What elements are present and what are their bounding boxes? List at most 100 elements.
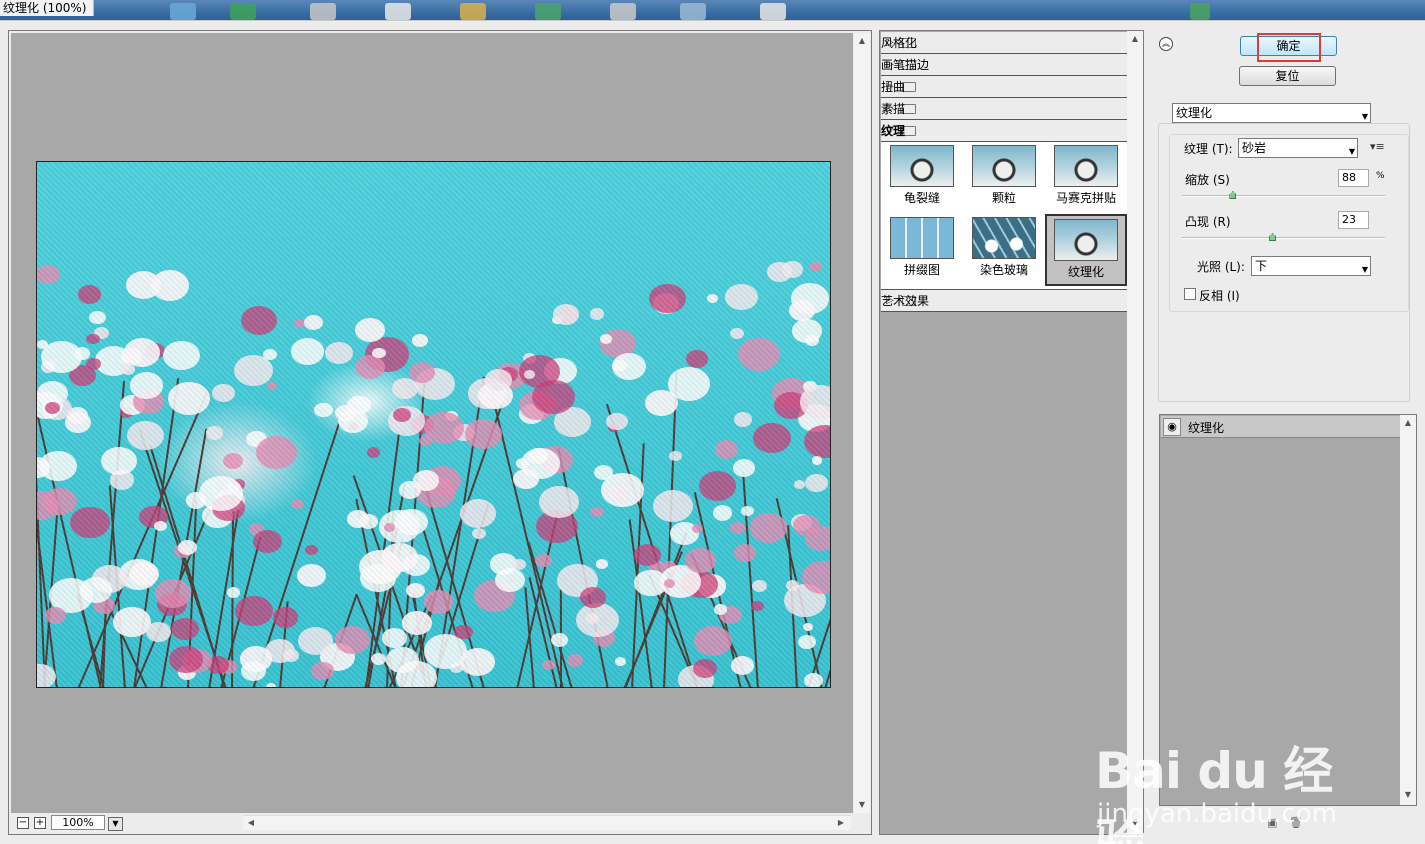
category-distort[interactable]: ▷ 扭曲 xyxy=(881,76,1128,98)
scaling-label: 缩放 (S) xyxy=(1185,173,1230,187)
image-blossom xyxy=(398,480,422,499)
image-blossom xyxy=(85,357,102,371)
image-branch xyxy=(742,472,760,687)
image-blossom xyxy=(737,337,780,372)
image-blossom xyxy=(132,388,165,415)
image-branch xyxy=(424,490,485,687)
image-blossom xyxy=(713,604,728,615)
collapse-gallery-icon[interactable]: ︽ xyxy=(1159,37,1173,51)
invert-checkbox[interactable] xyxy=(1184,288,1196,300)
image-blossom xyxy=(379,510,420,543)
filter-grain[interactable]: 颗粒 xyxy=(963,142,1045,214)
chevron-down-icon: ▼ xyxy=(1361,265,1368,274)
scroll-up-icon[interactable]: ▲ xyxy=(1400,417,1416,429)
scaling-slider-handle[interactable] xyxy=(1229,191,1237,199)
image-blossom xyxy=(110,470,135,490)
zoom-level-field[interactable]: 100% xyxy=(51,815,105,830)
image-blossom xyxy=(120,395,145,416)
image-blossom xyxy=(649,283,686,313)
filter-texturizer[interactable]: 纹理化 xyxy=(1045,214,1127,286)
image-blossom xyxy=(304,314,324,330)
image-branch xyxy=(693,491,742,687)
zoom-in-button[interactable]: + xyxy=(34,817,46,829)
scaling-slider[interactable] xyxy=(1182,195,1385,197)
image-blossom xyxy=(797,404,830,432)
scroll-left-icon[interactable]: ◀ xyxy=(243,817,259,829)
filter-gallery-dialog: ▲ ▼ − + 100% ▼ ◀ ▶ ▷ 风格化 ▷ 画笔描边 ▷ 扭曲 ▷ 素描 ▽ 纹… xyxy=(0,20,1425,844)
relief-slider[interactable] xyxy=(1182,237,1385,239)
image-branch xyxy=(138,429,228,687)
filter-stained-glass[interactable]: 染色玻璃 xyxy=(963,214,1045,286)
image-blossom xyxy=(535,553,552,567)
image-blossom xyxy=(734,543,757,562)
scroll-up-icon[interactable]: ▲ xyxy=(1127,33,1143,45)
preview-panel: ▲ ▼ − + 100% ▼ ◀ ▶ xyxy=(8,30,872,835)
image-branch xyxy=(102,603,107,687)
relief-input[interactable]: 23 xyxy=(1338,211,1369,229)
image-blossom xyxy=(804,334,819,347)
image-blossom xyxy=(253,529,282,553)
zoom-out-button[interactable]: − xyxy=(17,817,29,829)
image-blossom xyxy=(359,549,403,584)
image-blossom xyxy=(464,419,503,450)
image-blossom xyxy=(521,447,560,479)
scaling-input[interactable]: 88 xyxy=(1338,169,1369,187)
scroll-down-icon[interactable]: ▼ xyxy=(1400,789,1416,801)
image-blossom xyxy=(729,521,745,534)
image-blossom xyxy=(601,472,644,507)
category-artistic[interactable]: ▷ 艺术效果 xyxy=(881,290,1128,312)
image-blossom xyxy=(519,403,545,424)
light-select[interactable]: 下 ▼ xyxy=(1251,256,1371,276)
layers-scrollbar[interactable]: ▲ ▼ xyxy=(1400,415,1416,805)
category-sketch[interactable]: ▷ 素描 xyxy=(881,98,1128,120)
image-branch xyxy=(220,536,262,687)
light-label: 光照 (L): xyxy=(1197,260,1245,274)
scroll-down-icon[interactable]: ▼ xyxy=(854,799,870,811)
preview-canvas[interactable] xyxy=(11,33,853,813)
image-blossom xyxy=(730,327,745,339)
relief-slider-handle[interactable] xyxy=(1269,233,1277,241)
preview-vertical-scrollbar[interactable]: ▲ ▼ xyxy=(854,33,870,813)
image-branch xyxy=(413,592,428,687)
image-blossom xyxy=(670,521,699,545)
texture-select[interactable]: 砂岩 ▼ xyxy=(1238,138,1358,158)
image-blossom xyxy=(163,340,200,370)
texture-menu-icon[interactable]: ▾≡ xyxy=(1370,140,1385,153)
image-blossom xyxy=(804,424,830,459)
image-branch xyxy=(251,422,340,687)
filter-select[interactable]: 纹理化 ▼ xyxy=(1172,103,1371,123)
filter-mosaic-tiles[interactable]: 马赛克拼贴 xyxy=(1045,142,1127,214)
image-blossom xyxy=(612,359,627,372)
image-blossom xyxy=(211,495,245,522)
texturizer-options: 纹理 (T): 砂岩 ▼ ▾≡ 缩放 (S) 88 % 凸现 (R) 23 光照 … xyxy=(1169,134,1409,312)
image-blossom xyxy=(227,482,241,493)
image-blossom xyxy=(542,659,556,671)
category-texture[interactable]: ▽ 纹理 xyxy=(881,120,1128,142)
image-blossom xyxy=(95,346,133,376)
reset-button[interactable]: 复位 xyxy=(1239,66,1336,86)
zoom-dropdown-icon[interactable]: ▼ xyxy=(108,817,123,831)
image-blossom xyxy=(314,402,333,418)
image-blossom xyxy=(808,261,822,273)
scroll-up-icon[interactable]: ▲ xyxy=(854,35,870,47)
effect-layer-row[interactable]: ◉ 纹理化 xyxy=(1161,416,1400,438)
image-blossom xyxy=(686,350,708,368)
scroll-right-icon[interactable]: ▶ xyxy=(833,817,849,829)
category-stylize[interactable]: ▷ 风格化 xyxy=(881,32,1128,54)
image-blossom xyxy=(185,492,207,509)
preview-horizontal-scrollbar[interactable]: ◀ ▶ xyxy=(243,815,851,830)
image-blossom xyxy=(459,498,496,528)
image-branch xyxy=(433,376,485,687)
image-blossom xyxy=(412,469,439,491)
category-brush-strokes[interactable]: ▷ 画笔描边 xyxy=(881,54,1128,76)
image-blossom xyxy=(359,563,396,593)
filter-patchwork[interactable]: 拼缀图 xyxy=(881,214,963,286)
eye-icon[interactable]: ◉ xyxy=(1163,418,1181,436)
image-blossom xyxy=(181,649,212,674)
image-blossom xyxy=(405,582,425,599)
image-blossom xyxy=(123,338,161,368)
filter-craquelure[interactable]: 龟裂缝 xyxy=(881,142,963,214)
image-blossom xyxy=(696,574,727,598)
image-blossom xyxy=(365,337,409,372)
image-blossom xyxy=(589,308,605,320)
